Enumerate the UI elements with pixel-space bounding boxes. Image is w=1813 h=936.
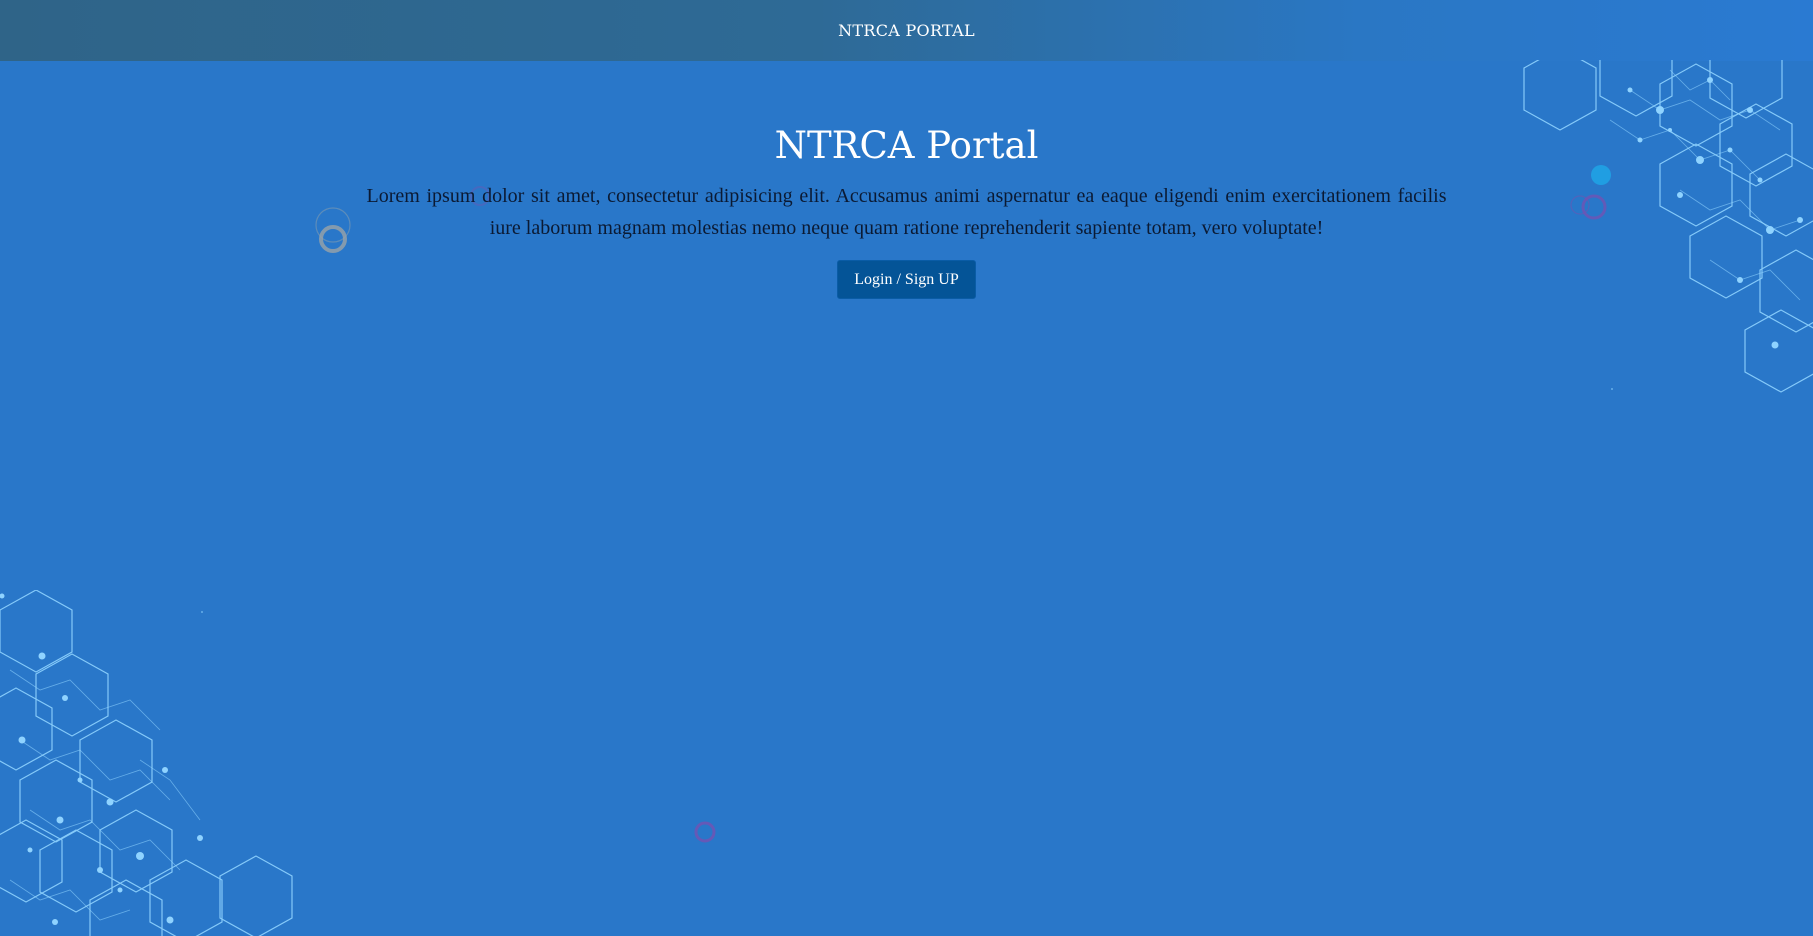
hero-section: NTRCA Portal Lorem ipsum dolor sit amet,…	[0, 120, 1813, 299]
top-navbar: NTRCA PORTAL	[0, 0, 1813, 61]
navbar-brand[interactable]: NTRCA PORTAL	[838, 21, 975, 40]
page-title: NTRCA Portal	[774, 124, 1039, 167]
hexagon-network-bottom-left	[0, 590, 293, 936]
hero-description: Lorem ipsum dolor sit amet, consectetur …	[366, 185, 1447, 239]
login-signup-button[interactable]: Login / Sign UP	[837, 260, 976, 299]
